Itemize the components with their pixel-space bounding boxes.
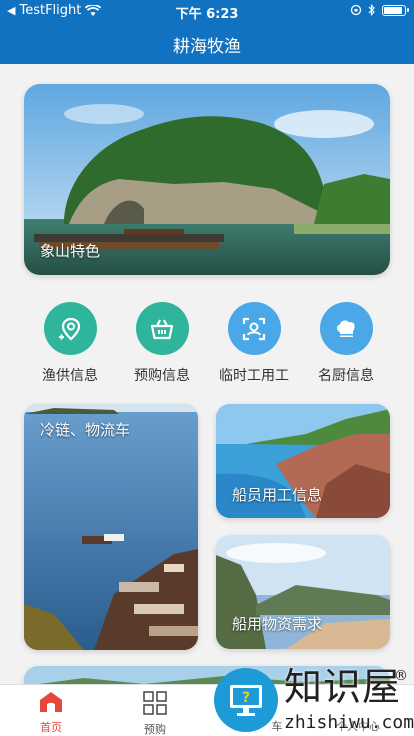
face-scan-icon — [227, 302, 281, 355]
cold-chain-image — [24, 404, 198, 650]
bluetooth-icon — [368, 4, 375, 16]
crew-tile[interactable]: 船员用工信息 — [216, 404, 390, 518]
tab-home[interactable]: 首页 — [11, 691, 91, 735]
tab-label: 预购 — [144, 723, 166, 736]
watermark-text: 知识屋 — [284, 665, 402, 709]
status-right — [350, 4, 409, 16]
location-icon — [43, 302, 97, 355]
tab-presale[interactable]: 预购 — [115, 691, 195, 736]
quick-link-chef[interactable]: 名厨信息 — [301, 302, 391, 385]
crew-label: 船员用工信息 — [232, 486, 323, 504]
banner-label: 象山特色 — [40, 242, 101, 260]
chef-hat-icon — [319, 302, 373, 355]
battery-icon — [382, 4, 409, 16]
watermark-logo: ? — [214, 668, 278, 732]
page-title: 耕海牧渔 — [173, 37, 241, 57]
quick-links: 渔供信息 预购信息 临时工用工 名厨信息 — [24, 302, 390, 386]
app-screen: ◀ TestFlight 下午 6:23 耕海牧渔 象山特色 渔供信息 预购信息… — [0, 0, 414, 736]
quick-link-temp-work[interactable]: 临时工用工 — [209, 302, 299, 385]
banner-card[interactable]: 象山特色 — [24, 84, 390, 275]
supplies-label: 船用物资需求 — [232, 615, 323, 633]
monitor-question-icon: ? — [230, 685, 262, 716]
svg-text:?: ? — [242, 690, 250, 706]
home-icon — [40, 692, 62, 712]
registered-mark: ® — [394, 668, 408, 684]
cold-chain-label: 冷链、物流车 — [40, 421, 131, 439]
grid-icon — [143, 691, 167, 715]
tab-label: 首页 — [40, 721, 62, 734]
quick-link-label: 临时工用工 — [219, 368, 289, 384]
rotation-lock-icon — [350, 4, 362, 16]
top-header: ◀ TestFlight 下午 6:23 耕海牧渔 — [0, 0, 414, 64]
quick-link-label: 预购信息 — [134, 368, 190, 384]
quick-link-presale[interactable]: 预购信息 — [117, 302, 207, 385]
quick-link-fishery-supply[interactable]: 渔供信息 — [25, 302, 115, 385]
status-bar: ◀ TestFlight 下午 6:23 — [0, 0, 414, 22]
quick-link-label: 渔供信息 — [42, 368, 98, 384]
supplies-tile[interactable]: 船用物资需求 — [216, 535, 390, 649]
watermark-url: zhishiwu.com — [284, 712, 414, 733]
cold-chain-tile[interactable]: 冷链、物流车 — [24, 404, 198, 650]
basket-icon — [135, 302, 189, 355]
quick-link-label: 名厨信息 — [318, 368, 374, 384]
